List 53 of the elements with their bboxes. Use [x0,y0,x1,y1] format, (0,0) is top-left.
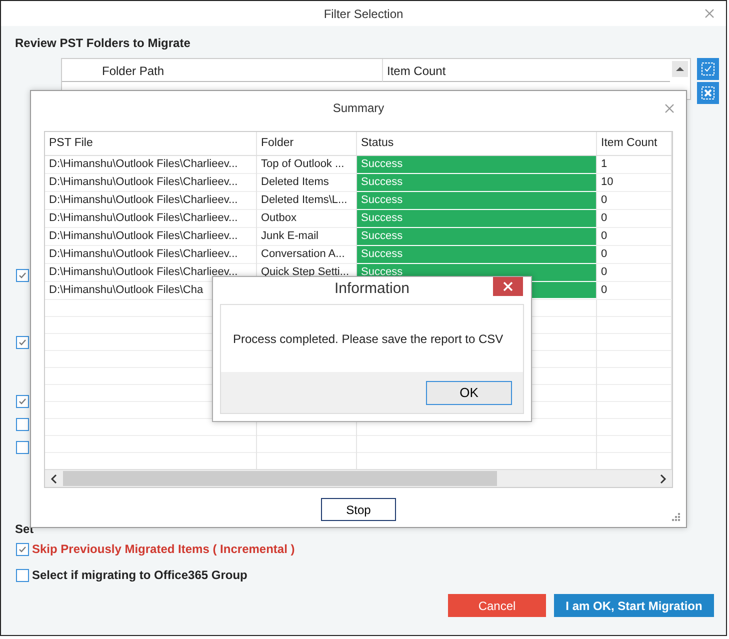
table-cell: D:\Himanshu\Outlook Files\Charlieev... [45,246,257,264]
column-header[interactable]: Folder [257,132,357,155]
column-header[interactable]: Folder Path [62,59,382,82]
status-cell: Success [357,192,597,210]
scroll-up-icon[interactable] [672,61,688,77]
select-all-button[interactable] [697,58,719,80]
ok-button[interactable]: OK [426,380,512,404]
table-cell: D:\Himanshu\Outlook Files\Charlieev... [45,228,257,246]
horizontal-scrollbar[interactable] [45,469,672,487]
checkbox[interactable] [16,568,29,582]
resize-grip-icon[interactable] [672,513,680,521]
checkbox[interactable] [16,395,29,408]
status-cell: Success [357,210,597,228]
table-cell: 10 [597,174,672,192]
status-cell: Success [357,174,597,192]
table-cell: 0 [597,246,672,264]
status-cell: Success [357,156,597,174]
scroll-left-icon[interactable] [50,474,58,484]
column-header[interactable]: Status [357,132,597,155]
close-button[interactable] [493,277,523,296]
table-cell: D:\Himanshu\Outlook Files\Charlieev... [45,174,257,192]
close-icon[interactable] [705,9,714,18]
table-cell: D:\Himanshu\Outlook Files\Charlieev... [45,192,257,210]
checkbox-label: Select if migrating to Office365 Group [32,568,248,582]
table-cell: 0 [597,228,672,246]
status-cell: Success [357,246,597,264]
table-cell: 0 [597,264,672,282]
stop-button[interactable]: Stop [321,498,396,521]
window-title: Filter Selection [324,6,404,20]
checkbox[interactable] [16,542,29,556]
table-cell: 0 [597,282,672,299]
checkbox[interactable] [16,441,29,454]
column-header[interactable]: Item Count [597,132,672,155]
table-cell: 0 [597,210,672,228]
deselect-all-button[interactable] [697,82,719,104]
close-icon[interactable] [665,104,674,113]
scroll-right-icon[interactable] [659,474,667,484]
table-cell: D:\Himanshu\Outlook Files\Charlieev... [45,210,257,228]
table-cell: 1 [597,156,672,174]
dialog-title: Information [334,280,410,296]
table-cell: 0 [597,192,672,210]
checkbox[interactable] [16,418,29,431]
cancel-button[interactable]: Cancel [448,594,546,617]
section-heading: Review PST Folders to Migrate [15,36,192,50]
start-migration-button[interactable]: I am OK, Start Migration [554,594,714,617]
checkbox[interactable] [16,269,29,282]
table-cell: D:\Himanshu\Outlook Files\Charlieev... [45,156,257,174]
column-header[interactable]: PST File [45,132,257,155]
column-header[interactable]: Item Count [382,59,670,82]
window-title: Summary [332,101,384,115]
checkbox[interactable] [16,336,29,349]
checkbox-label: Skip Previously Migrated Items ( Incremental ) [32,542,295,556]
status-cell: Success [357,228,597,246]
